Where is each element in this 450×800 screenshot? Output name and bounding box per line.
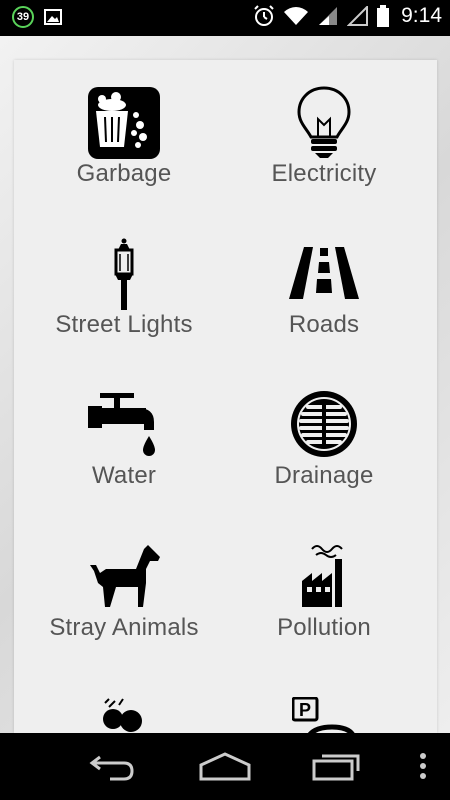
clock: 9:14 [401,4,442,27]
water-tap-icon [88,393,155,456]
lightbulb-icon [297,86,351,158]
category-electricity[interactable]: Electricity [224,82,424,222]
noise-icon [103,698,142,732]
home-icon[interactable] [198,751,252,781]
category-noise[interactable] [24,685,224,733]
category-label: Roads [288,311,360,338]
category-garbage[interactable]: Garbage [24,82,224,222]
parking-icon: P [292,697,355,733]
category-label: Street Lights [55,311,193,338]
category-label: Drainage [274,462,374,489]
category-roads[interactable]: Roads [224,232,424,372]
alarm-icon [254,5,274,26]
category-label: Stray Animals [49,614,199,641]
status-bar: 39 9:14 [0,0,450,36]
category-parking[interactable]: P [224,685,424,733]
category-label: Electricity [271,160,377,187]
notification-counter-icon: 39 [12,6,34,28]
navigation-bar [0,733,450,800]
road-icon [289,247,359,299]
signal-icon [319,7,338,25]
category-label: Garbage [76,160,172,187]
category-label: Pollution [277,614,371,641]
street-light-icon [114,238,134,310]
wifi-icon [284,7,309,25]
category-pollution[interactable]: Pollution [224,535,424,675]
no-signal-icon [347,6,369,26]
svg-text:P: P [299,700,311,720]
battery-icon [377,5,390,27]
image-icon [44,9,62,25]
factory-icon [302,545,343,607]
category-drainage[interactable]: Drainage [224,383,424,523]
back-icon[interactable] [88,751,136,781]
recent-apps-icon[interactable] [312,751,364,781]
garbage-icon [88,87,160,159]
category-street-lights[interactable]: Street Lights [24,232,224,372]
overflow-menu-icon[interactable] [419,751,427,781]
category-stray-animals[interactable]: Stray Animals [24,535,224,675]
category-water[interactable]: Water [24,383,224,523]
category-panel[interactable]: Garbage Electricity Street Lights Roads … [14,60,437,733]
dog-icon [90,545,160,607]
category-label: Water [91,462,157,489]
drain-icon [291,391,357,457]
